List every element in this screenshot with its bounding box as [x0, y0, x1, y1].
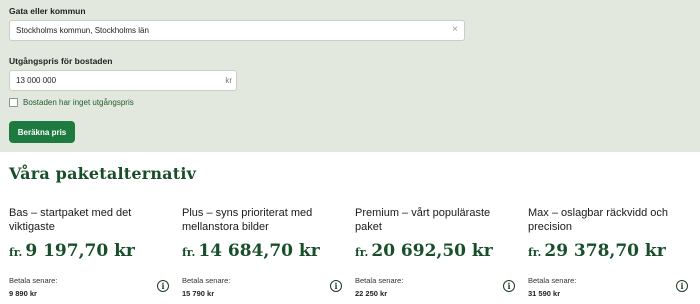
price-input-value: 13 000 000	[16, 76, 57, 85]
pay-later-label: Betala senare:	[9, 276, 58, 285]
pay-later-amount: 15 790 kr	[182, 289, 215, 298]
pay-later-label: Betala senare:	[355, 276, 404, 285]
price-amount: 20 692,50 kr	[371, 241, 493, 261]
package-price: fr. 9 197,70 kr	[9, 241, 174, 263]
price-amount: 9 197,70 kr	[25, 241, 135, 261]
info-icon[interactable]: i	[676, 280, 688, 292]
package-card-bas[interactable]: Bas – startpaket med det viktigaste fr. …	[9, 206, 174, 304]
package-card-plus[interactable]: Plus – syns prioriterat med mellanstora …	[182, 206, 347, 304]
address-label: Gata eller kommun	[9, 6, 86, 16]
price-prefix: fr.	[355, 246, 369, 259]
search-form: Gata eller kommun Stockholms kommun, Sto…	[0, 0, 700, 152]
packages-heading: Våra paketalternativ	[9, 164, 197, 183]
price-prefix: fr.	[528, 246, 542, 259]
no-price-checkbox[interactable]	[9, 98, 18, 107]
package-title: Premium – vårt populäraste paket	[355, 207, 491, 233]
pay-later-label: Betala senare:	[182, 276, 231, 285]
package-price: fr. 29 378,70 kr	[528, 241, 693, 263]
package-title: Plus – syns prioriterat med mellanstora …	[182, 207, 313, 233]
info-icon[interactable]: i	[157, 280, 169, 292]
info-icon[interactable]: i	[503, 280, 515, 292]
price-unit: kr	[225, 76, 232, 85]
package-title: Bas – startpaket med det viktigaste	[9, 207, 132, 233]
pay-later-amount: 31 590 kr	[528, 289, 561, 298]
pay-later-amount: 9 890 kr	[9, 289, 37, 298]
package-card-max[interactable]: Max – oslagbar räckvidd och precision fr…	[528, 206, 693, 304]
price-prefix: fr.	[182, 246, 196, 259]
no-price-checkbox-label[interactable]: Bostaden har inget utgångspris	[23, 98, 134, 107]
pay-later-amount: 22 250 kr	[355, 289, 388, 298]
info-icon[interactable]: i	[330, 280, 342, 292]
price-amount: 14 684,70 kr	[198, 241, 320, 261]
price-amount: 29 378,70 kr	[544, 241, 666, 261]
no-price-option[interactable]: Bostaden har inget utgångspris	[9, 97, 134, 108]
address-input-value: Stockholms kommun, Stockholms län	[16, 26, 149, 35]
package-price: fr. 14 684,70 kr	[182, 241, 347, 263]
price-label: Utgångspris för bostaden	[9, 56, 113, 66]
address-input[interactable]: Stockholms kommun, Stockholms län ×	[9, 20, 465, 41]
package-card-premium[interactable]: Premium – vårt populäraste paket fr. 20 …	[355, 206, 520, 304]
clear-icon[interactable]: ×	[452, 25, 458, 35]
price-input[interactable]: 13 000 000 kr	[9, 70, 237, 91]
package-price: fr. 20 692,50 kr	[355, 241, 520, 263]
price-prefix: fr.	[9, 246, 23, 259]
package-title: Max – oslagbar räckvidd och precision	[528, 207, 669, 233]
pay-later-label: Betala senare:	[528, 276, 577, 285]
calculate-price-button[interactable]: Beräkna pris	[9, 121, 75, 143]
